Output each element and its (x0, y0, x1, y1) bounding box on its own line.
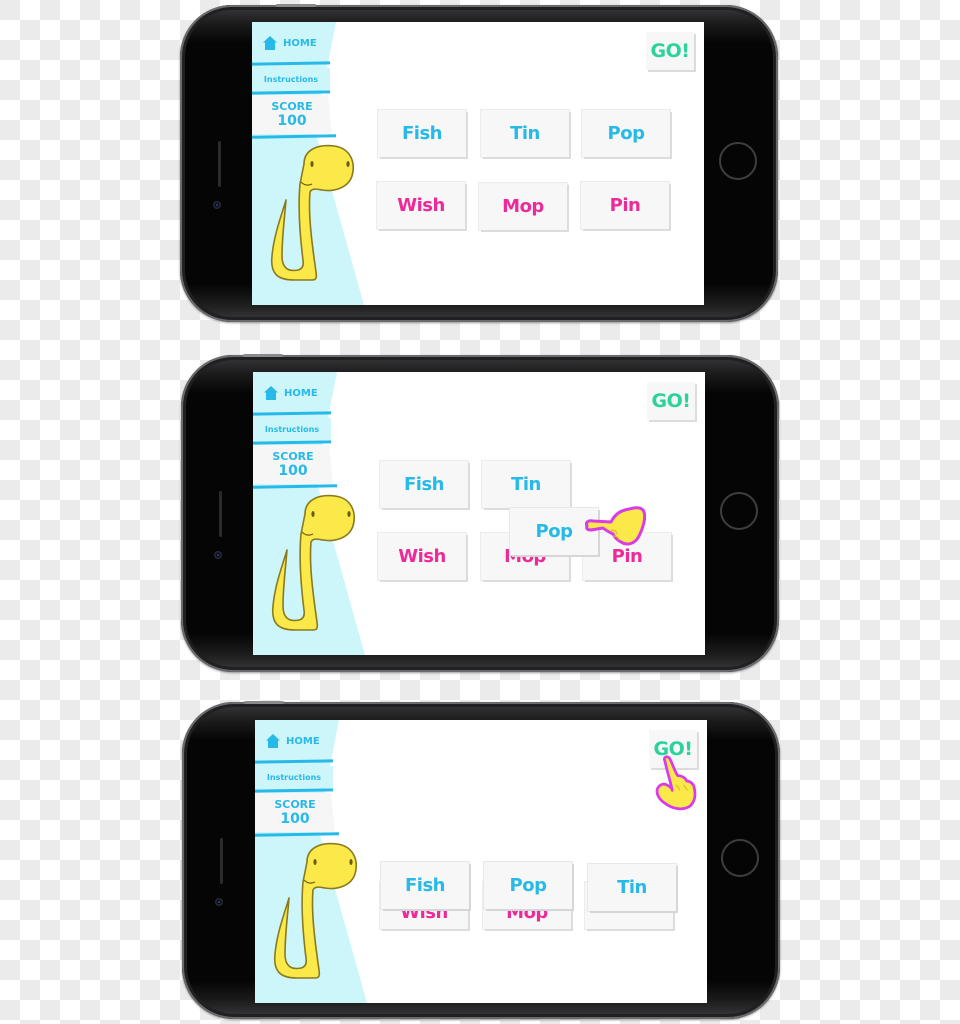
phone-initial: HOME Instructions SCORE 100 GO! Fish Tin… (180, 4, 778, 322)
phone-side-button (276, 4, 316, 7)
game-screen: HOME Instructions SCORE 100 GO! Fish Tin… (252, 22, 704, 305)
home-label: HOME (286, 735, 320, 747)
phone-camera (213, 201, 221, 209)
house-icon (262, 35, 278, 51)
pointing-hand-icon (583, 504, 647, 548)
score-value: 100 (277, 113, 307, 129)
word-card-pop[interactable]: Pop (484, 862, 572, 909)
score-panel: SCORE 100 (253, 445, 333, 484)
word-card-fish[interactable]: Fish (378, 110, 466, 157)
phone-home-button[interactable] (720, 492, 758, 530)
phone-home-button[interactable] (719, 142, 757, 180)
instructions-button[interactable]: Instructions (252, 68, 330, 90)
go-button[interactable]: GO! (646, 32, 694, 70)
home-label: HOME (283, 37, 317, 49)
home-button[interactable]: HOME (255, 730, 331, 752)
word-card-tin[interactable]: Tin (482, 461, 570, 508)
phone-home-button[interactable] (721, 839, 759, 877)
word-card-pop[interactable]: Pop (582, 110, 670, 157)
phone-speaker (220, 838, 223, 884)
score-panel: SCORE 100 (252, 95, 332, 134)
word-card-mop[interactable]: Mop (479, 183, 567, 230)
instructions-button[interactable]: Instructions (253, 418, 331, 440)
score-value: 100 (280, 811, 310, 827)
word-card-pin[interactable]: Pin (581, 182, 669, 229)
mascot-character-icon (264, 144, 354, 284)
word-card-wish[interactable]: Wish (378, 533, 466, 580)
game-screen: HOME Instructions SCORE 100 GO! Fish Tin… (253, 372, 705, 655)
phone-side-button (243, 354, 283, 357)
home-button[interactable]: HOME (253, 382, 329, 404)
tapping-hand-icon (652, 754, 698, 812)
score-value: 100 (278, 463, 308, 479)
score-label: SCORE (274, 798, 316, 811)
instructions-button[interactable]: Instructions (255, 766, 333, 788)
go-button[interactable]: GO! (647, 382, 695, 420)
phone-dragging: HOME Instructions SCORE 100 GO! Fish Tin… (181, 354, 779, 672)
phone-camera (214, 551, 222, 559)
phone-matched: HOME Instructions SCORE 100 GO! Wish Mop… (182, 701, 780, 1019)
mascot-character-icon (267, 842, 357, 982)
word-card-tin[interactable]: Tin (588, 864, 676, 911)
phone-speaker (219, 491, 222, 537)
home-label: HOME (284, 387, 318, 399)
home-button[interactable]: HOME (252, 32, 328, 54)
word-card-fish[interactable]: Fish (380, 461, 468, 508)
house-icon (263, 385, 279, 401)
score-label: SCORE (271, 100, 313, 113)
score-label: SCORE (272, 450, 314, 463)
game-screen: HOME Instructions SCORE 100 GO! Wish Mop… (255, 720, 707, 1003)
score-panel: SCORE 100 (255, 793, 335, 832)
phone-side-button (244, 701, 284, 704)
mascot-character-icon (265, 494, 355, 634)
phone-camera (215, 898, 223, 906)
word-card-wish[interactable]: Wish (377, 182, 465, 229)
word-card-fish[interactable]: Fish (381, 862, 469, 909)
phone-speaker (218, 141, 221, 187)
house-icon (265, 733, 281, 749)
word-card-tin[interactable]: Tin (481, 110, 569, 157)
